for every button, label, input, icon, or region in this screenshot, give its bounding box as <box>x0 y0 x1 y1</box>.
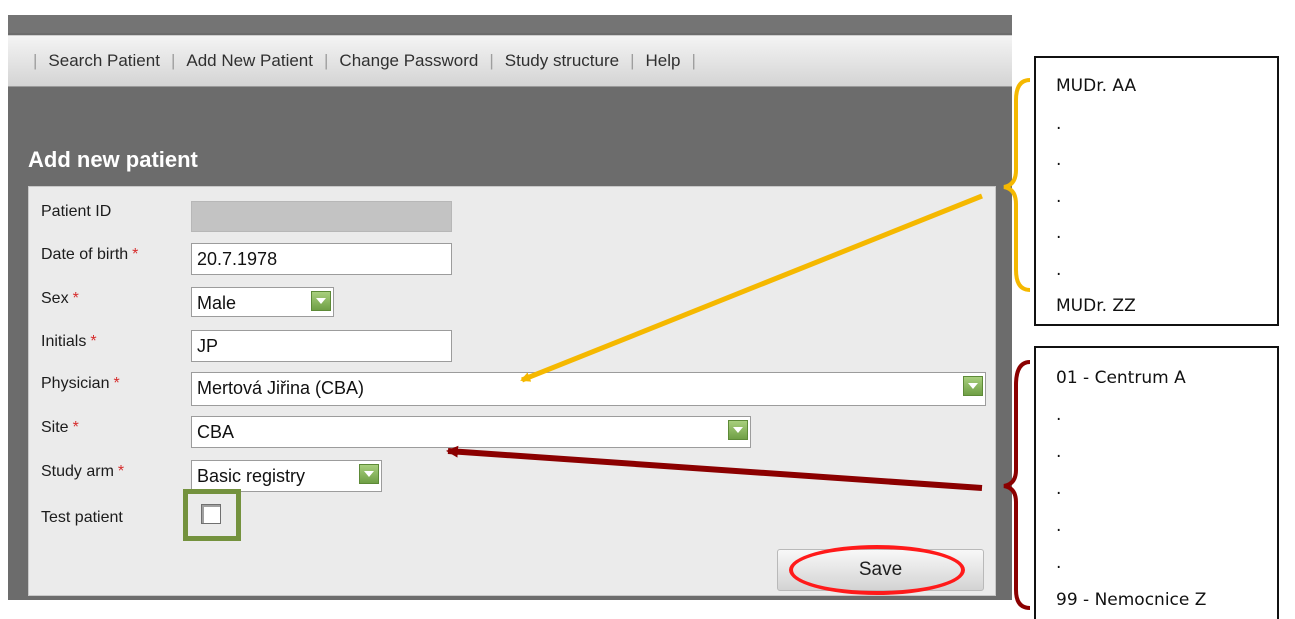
annotation-line: . <box>1056 553 1062 573</box>
required-marker: * <box>72 290 79 307</box>
site-label: Site * <box>41 419 79 436</box>
study-arm-select-value: Basic registry <box>197 466 306 486</box>
required-marker: * <box>90 333 97 350</box>
annotation-line: . <box>1056 114 1062 134</box>
nav-add-new-patient[interactable]: Add New Patient <box>186 51 313 71</box>
sex-select[interactable]: Male <box>191 287 334 317</box>
nav-separator: | <box>630 51 635 70</box>
required-marker: * <box>113 375 120 392</box>
site-select[interactable]: CBA <box>191 416 751 448</box>
main-nav: | Search Patient | Add New Patient | Cha… <box>8 35 1012 87</box>
required-marker: * <box>117 463 125 480</box>
save-button[interactable]: Save <box>777 549 984 591</box>
initials-input[interactable]: JP <box>191 330 452 362</box>
site-select-value: CBA <box>197 422 235 442</box>
chevron-down-icon[interactable] <box>728 420 748 440</box>
test-patient-label: Test patient <box>41 509 123 526</box>
patient-id-label: Patient ID <box>41 203 112 220</box>
physician-select[interactable]: Mertová Jiřina (CBA) <box>191 372 986 406</box>
annotation-line: . <box>1056 479 1062 499</box>
nav-separator: | <box>691 51 696 70</box>
annotation-line: . <box>1056 223 1062 243</box>
nav-study-structure[interactable]: Study structure <box>505 51 619 71</box>
chevron-down-icon[interactable] <box>311 291 331 311</box>
annotation-line: 01 - Centrum A <box>1056 368 1186 388</box>
annotation-line: . <box>1056 516 1062 536</box>
chevron-down-icon[interactable] <box>359 464 379 484</box>
annotation-line: 99 - Nemocnice Z <box>1056 590 1207 610</box>
nav-separator: | <box>170 51 176 70</box>
annotation-line: . <box>1056 442 1062 462</box>
add-patient-form: Patient ID Date of birth * 20.7.1978 Sex *… <box>28 186 996 596</box>
nav-help[interactable]: Help <box>646 51 681 71</box>
checkbox-highlight <box>183 489 241 541</box>
top-bar <box>8 15 1012 33</box>
app-window: | Search Patient | Add New Patient | Cha… <box>8 15 1012 600</box>
annotation-line: MUDr. ZZ <box>1056 296 1136 316</box>
site-list-annotation: 01 - Centrum A . . . . . 99 - Nemocnice … <box>1034 346 1279 619</box>
patient-id-field <box>191 201 452 232</box>
required-marker: * <box>132 246 139 263</box>
physician-label: Physician * <box>41 375 120 392</box>
nav-separator: | <box>489 51 494 70</box>
date-of-birth-label: Date of birth * <box>41 246 139 263</box>
test-patient-checkbox[interactable] <box>201 504 221 524</box>
annotation-line: . <box>1056 405 1062 425</box>
annotation-line: . <box>1056 260 1062 280</box>
nav-separator: | <box>33 51 38 70</box>
sex-select-value: Male <box>197 293 237 313</box>
nav-separator: | <box>324 51 329 70</box>
physician-list-annotation: MUDr. AA . . . . . MUDr. ZZ <box>1034 56 1279 326</box>
study-arm-label: Study arm * <box>41 463 125 480</box>
required-marker: * <box>72 419 79 436</box>
physician-select-value: Mertová Jiřina (CBA) <box>197 378 365 398</box>
annotation-line: . <box>1056 150 1062 170</box>
study-arm-select[interactable]: Basic registry <box>191 460 382 492</box>
nav-search-patient[interactable]: Search Patient <box>48 51 160 71</box>
chevron-down-icon[interactable] <box>963 376 983 396</box>
annotation-line: MUDr. AA <box>1056 76 1137 96</box>
date-of-birth-input[interactable]: 20.7.1978 <box>191 243 452 275</box>
page-title: Add new patient <box>28 147 198 172</box>
nav-change-password[interactable]: Change Password <box>339 51 478 71</box>
initials-label: Initials * <box>41 333 97 350</box>
annotation-line: . <box>1056 187 1062 207</box>
sex-label: Sex * <box>41 290 79 307</box>
